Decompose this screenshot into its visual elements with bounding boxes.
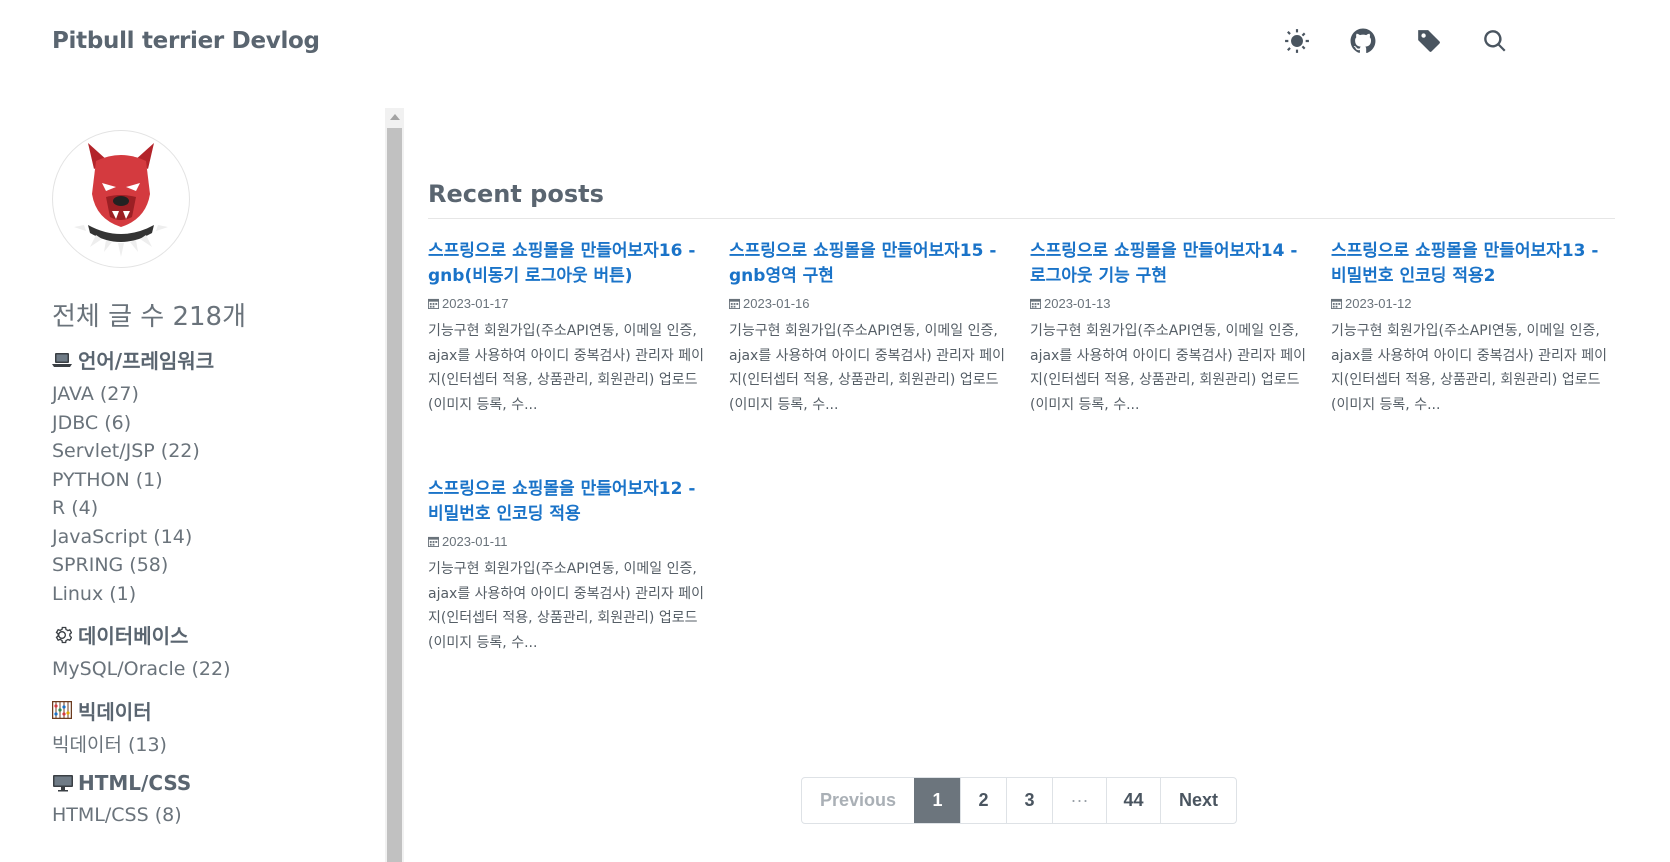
- category-item-html-css[interactable]: HTML/CSS (8): [52, 801, 372, 830]
- category-heading-label: 언어/프레임워크: [78, 349, 215, 373]
- category-item-javascript[interactable]: JavaScript (14): [52, 523, 372, 552]
- pagination-page-3[interactable]: 3: [1006, 778, 1052, 823]
- category-item-jdbc[interactable]: JDBC (6): [52, 409, 372, 438]
- post-date-text: 2023-01-11: [442, 534, 508, 549]
- theme-toggle-icon[interactable]: [1282, 26, 1312, 56]
- post-date: 2023-01-13: [1030, 296, 1311, 311]
- pagination-next-button[interactable]: Next: [1160, 778, 1236, 823]
- post-date: 2023-01-16: [729, 296, 1010, 311]
- post-date: 2023-01-17: [428, 296, 709, 311]
- category-item-spring[interactable]: SPRING (58): [52, 551, 372, 580]
- post-excerpt: 기능구현 회원가입(주소API연동, 이메일 인증, ajax를 사용하여 아이…: [428, 561, 705, 651]
- main-content: Recent posts 스프링으로 쇼핑몰을 만들어보자16 - gnb(비동…: [428, 180, 1615, 655]
- abacus-icon: [52, 701, 74, 719]
- post-date-text: 2023-01-13: [1044, 296, 1111, 311]
- calendar-icon: [428, 536, 439, 547]
- category-group-database: 데이터베이스 MySQL/Oracle (22): [52, 620, 372, 684]
- scroll-up-arrow-icon[interactable]: [390, 114, 400, 120]
- post-title-link[interactable]: 스프링으로 쇼핑몰을 만들어보자12 - 비밀번호 인코딩 적용: [428, 477, 709, 527]
- post-date-text: 2023-01-12: [1345, 296, 1412, 311]
- post-excerpt: 기능구현 회원가입(주소API연동, 이메일 인증, ajax를 사용하여 아이…: [1030, 323, 1307, 413]
- pagination: Previous 1 2 3 ··· 44 Next: [801, 777, 1237, 824]
- pagination-previous-button[interactable]: Previous: [802, 778, 914, 823]
- category-heading[interactable]: HTML/CSS: [52, 771, 372, 795]
- post-title-link[interactable]: 스프링으로 쇼핑몰을 만들어보자13 - 비밀번호 인코딩 적용2: [1331, 239, 1612, 289]
- calendar-icon: [428, 298, 439, 309]
- post-title-link[interactable]: 스프링으로 쇼핑몰을 만들어보자14 - 로그아웃 기능 구현: [1030, 239, 1311, 289]
- category-item-bigdata[interactable]: 빅데이터 (13): [52, 731, 372, 760]
- pagination-page-1[interactable]: 1: [914, 778, 960, 823]
- post-date: 2023-01-11: [428, 534, 709, 549]
- sidebar-scrollbar[interactable]: [385, 108, 404, 862]
- search-icon[interactable]: [1480, 26, 1510, 56]
- post-card: 스프링으로 쇼핑몰을 만들어보자13 - 비밀번호 인코딩 적용2 2023-0…: [1331, 239, 1612, 417]
- category-heading-label: 데이터베이스: [78, 624, 189, 648]
- calendar-icon: [729, 298, 740, 309]
- post-card: 스프링으로 쇼핑몰을 만들어보자14 - 로그아웃 기능 구현 2023-01-…: [1030, 239, 1311, 417]
- category-item-python[interactable]: PYTHON (1): [52, 466, 372, 495]
- category-item-r[interactable]: R (4): [52, 494, 372, 523]
- tag-icon[interactable]: [1414, 26, 1444, 56]
- post-excerpt: 기능구현 회원가입(주소API연동, 이메일 인증, ajax를 사용하여 아이…: [428, 323, 705, 413]
- post-grid: 스프링으로 쇼핑몰을 만들어보자16 - gnb(비동기 로그아웃 버튼) 20…: [428, 239, 1615, 655]
- avatar: [52, 130, 190, 268]
- category-heading[interactable]: 언어/프레임워크: [52, 345, 372, 374]
- post-date-text: 2023-01-16: [743, 296, 810, 311]
- post-card: 스프링으로 쇼핑몰을 만들어보자12 - 비밀번호 인코딩 적용 2023-01…: [428, 477, 709, 655]
- category-item-linux[interactable]: Linux (1): [52, 580, 372, 609]
- pagination-page-2[interactable]: 2: [960, 778, 1006, 823]
- calendar-icon: [1030, 298, 1041, 309]
- desktop-icon: [52, 774, 74, 792]
- category-item-mysql-oracle[interactable]: MySQL/Oracle (22): [52, 655, 372, 684]
- post-excerpt: 기능구현 회원가입(주소API연동, 이메일 인증, ajax를 사용하여 아이…: [729, 323, 1006, 413]
- recent-posts-heading: Recent posts: [428, 180, 1615, 219]
- category-heading-label: 빅데이터: [78, 699, 152, 724]
- gear-icon: [52, 625, 74, 645]
- laptop-icon: [52, 352, 74, 368]
- post-card: 스프링으로 쇼핑몰을 만들어보자15 - gnb영역 구현 2023-01-16…: [729, 239, 1010, 417]
- post-title-link[interactable]: 스프링으로 쇼핑몰을 만들어보자16 - gnb(비동기 로그아웃 버튼): [428, 239, 709, 289]
- post-excerpt: 기능구현 회원가입(주소API연동, 이메일 인증, ajax를 사용하여 아이…: [1331, 323, 1608, 413]
- total-post-count: 전체 글 수 218개: [52, 302, 247, 332]
- post-date: 2023-01-12: [1331, 296, 1612, 311]
- category-heading[interactable]: 빅데이터: [52, 696, 372, 725]
- header-icon-bar: [1282, 26, 1510, 56]
- sidebar: 전체 글 수 218개 언어/프레임워크 JAVA (27) JDBC (6) …: [52, 130, 372, 830]
- category-group-language: 언어/프레임워크 JAVA (27) JDBC (6) Servlet/JSP …: [52, 345, 372, 608]
- category-group-html-css: HTML/CSS HTML/CSS (8): [52, 771, 372, 830]
- post-card: 스프링으로 쇼핑몰을 만들어보자16 - gnb(비동기 로그아웃 버튼) 20…: [428, 239, 709, 417]
- category-item-servlet-jsp[interactable]: Servlet/JSP (22): [52, 437, 372, 466]
- category-heading-label: HTML/CSS: [78, 771, 192, 795]
- pagination-page-last[interactable]: 44: [1106, 778, 1160, 823]
- post-title-link[interactable]: 스프링으로 쇼핑몰을 만들어보자15 - gnb영역 구현: [729, 239, 1010, 289]
- scrollbar-thumb[interactable]: [387, 128, 402, 862]
- site-title[interactable]: Pitbull terrier Devlog: [52, 28, 320, 54]
- pitbull-logo-icon: [74, 143, 168, 257]
- category-group-bigdata: 빅데이터 빅데이터 (13): [52, 696, 372, 760]
- calendar-icon: [1331, 298, 1342, 309]
- category-heading[interactable]: 데이터베이스: [52, 620, 372, 649]
- post-date-text: 2023-01-17: [442, 296, 509, 311]
- category-item-java[interactable]: JAVA (27): [52, 380, 372, 409]
- pagination-ellipsis: ···: [1052, 778, 1106, 823]
- github-icon[interactable]: [1348, 26, 1378, 56]
